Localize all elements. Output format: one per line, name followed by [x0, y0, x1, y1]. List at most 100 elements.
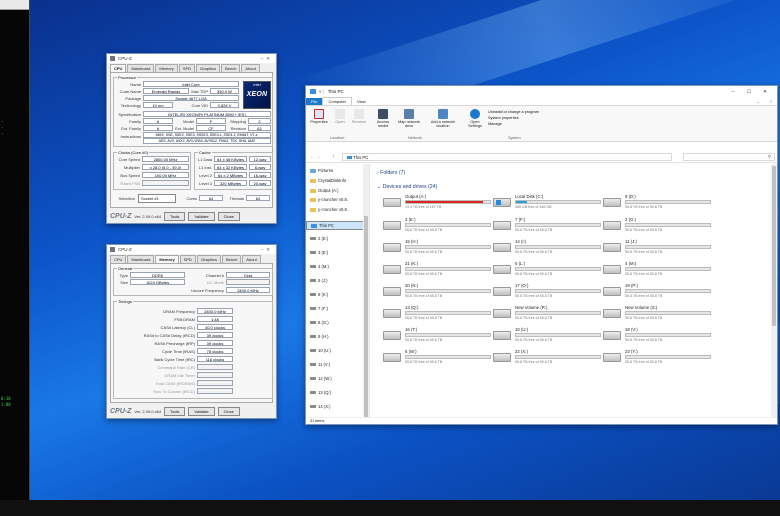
tab-spd[interactable]: SPD — [178, 64, 196, 72]
open-settings-button[interactable]: Open Settings — [466, 109, 484, 128]
drive-tile[interactable]: 7 (F:) 55.8 TB free of 55.8 TB — [493, 217, 601, 233]
content-scrollbar[interactable] — [771, 164, 777, 417]
drive-tile[interactable]: 10 (U:) 55.8 TB free of 55.8 TB — [493, 327, 601, 343]
nav-item[interactable]: Pictures — [310, 168, 333, 173]
tab-memory[interactable]: Memory — [155, 255, 179, 263]
tab-memory[interactable]: Memory — [155, 64, 178, 72]
drive-tile[interactable]: 21 (K:) 55.8 TB free of 55.8 TB — [383, 261, 491, 277]
drive-tile[interactable]: 11 (J:) 55.8 TB free of 55.8 TB — [603, 239, 711, 255]
cpuz-cpu-window[interactable]: CPU-Z –✕ CPU Mainboard Memory SPD Graphi… — [106, 53, 277, 224]
scroll-thumb[interactable] — [772, 166, 776, 326]
address-input[interactable]: This PC — [342, 153, 672, 161]
devices-header[interactable]: ⌄ Devices and drives (24) — [377, 184, 437, 190]
close-button[interactable]: Close — [217, 211, 240, 221]
drive-tile[interactable]: 15 (H:) 55.8 TB free of 55.8 TB — [383, 239, 491, 255]
maximize-icon[interactable]: ☐ — [741, 89, 757, 95]
tab-cpu[interactable]: CPU — [110, 255, 127, 263]
nav-item[interactable]: 10 (U:) — [310, 348, 331, 353]
drive-tile[interactable]: Local Disk (C:) 388 GB free of 446 GB — [493, 194, 601, 210]
up-icon[interactable]: ↑ — [332, 154, 335, 160]
nav-item[interactable]: 11 (V:) — [310, 362, 330, 367]
taskbar[interactable] — [0, 500, 780, 516]
window-controls[interactable]: –✕ — [247, 56, 273, 62]
tools-button[interactable]: Tools — [164, 211, 186, 221]
tab-mainboard[interactable]: Mainboard — [127, 64, 155, 72]
manage-link[interactable]: Manage — [488, 121, 539, 127]
tab-graphics[interactable]: Graphics — [196, 255, 221, 263]
nav-item[interactable]: 8 (G:) — [310, 320, 329, 325]
nav-scrollbar[interactable] — [363, 164, 369, 417]
drive-tile[interactable]: 13 (Q:) 55.8 TB free of 55.8 TB — [383, 305, 491, 321]
socket-select[interactable]: Socket #1 — [138, 194, 176, 203]
cpuz-memory-window[interactable]: CPU-Z –✕ CPU Mainboard Memory SPD Graphi… — [106, 244, 277, 419]
cpuz-titlebar[interactable]: CPU-Z –✕ — [107, 245, 276, 254]
file-explorer-window[interactable]: ▾ | This PC – ☐ ✕ File Computer View ⌄ ?… — [305, 85, 778, 425]
drive-tile[interactable]: New Volume (S:) 55.8 TB free of 55.8 TB — [603, 305, 711, 321]
nav-item[interactable]: Output (A:) — [310, 188, 338, 193]
drive-tile[interactable]: 17 (O:) 55.8 TB free of 55.8 TB — [493, 283, 601, 299]
nav-item[interactable]: 13 (Q:) — [310, 390, 331, 395]
tab-about[interactable]: About — [242, 255, 261, 263]
validate-button[interactable]: Validate — [188, 211, 215, 221]
drive-tile[interactable]: 14 (I:) 55.8 TB free of 55.8 TB — [493, 239, 601, 255]
drive-tile[interactable]: 16 (T:) 55.8 TB free of 55.8 TB — [383, 327, 491, 343]
drive-tile[interactable]: 20 (N:) 55.8 TB free of 55.8 TB — [383, 283, 491, 299]
expand-ribbon-icon[interactable]: ⌄ — [751, 98, 764, 105]
close-icon[interactable]: ✕ — [757, 89, 773, 95]
nav-item[interactable]: y-cruncher v0.8. — [310, 197, 348, 202]
quick-access-toolbar[interactable]: ▾ | — [319, 89, 324, 95]
nav-item[interactable]: 6 (K:) — [310, 292, 328, 297]
nav-item[interactable]: 5 (J:) — [310, 278, 328, 283]
drive-tile[interactable]: 3 (E:) 55.8 TB free of 55.8 TB — [383, 217, 491, 233]
tab-bench[interactable]: Bench — [221, 255, 242, 263]
tab-bench[interactable]: Bench — [221, 64, 241, 72]
drive-tile[interactable]: 5 (L:) 55.8 TB free of 55.8 TB — [493, 261, 601, 277]
tools-button[interactable]: Tools — [164, 406, 186, 416]
nav-item[interactable]: 2 (E:) — [310, 236, 328, 241]
drive-tile[interactable]: 22 (X:) 55.8 TB free of 55.8 TB — [493, 349, 601, 365]
tab-mainboard[interactable]: Mainboard — [127, 255, 155, 263]
scroll-thumb[interactable] — [364, 216, 368, 417]
minimize-icon[interactable]: – — [725, 89, 741, 94]
add-network-location-button[interactable]: Add a network location — [426, 109, 460, 128]
cpuz-titlebar[interactable]: CPU-Z –✕ — [107, 54, 276, 63]
drive-tile[interactable]: 6 (W:) 55.8 TB free of 55.8 TB — [383, 349, 491, 365]
nav-item[interactable]: 9 (H:) — [310, 334, 328, 339]
tab-computer[interactable]: Computer — [322, 97, 353, 105]
open-button[interactable]: Open — [332, 109, 348, 124]
close-button[interactable]: Close — [217, 406, 240, 416]
folders-header[interactable]: › Folders (7) — [377, 170, 405, 176]
tab-file[interactable]: File — [306, 97, 323, 105]
nav-item[interactable]: This PC — [306, 221, 369, 230]
nav-item[interactable]: y-cruncher v0.8. — [310, 207, 348, 212]
properties-button[interactable]: Properties — [308, 109, 330, 124]
drive-tile[interactable]: New Volume (R:) 55.8 TB free of 55.8 TB — [493, 305, 601, 321]
tab-about[interactable]: About — [241, 64, 260, 72]
nav-item[interactable]: CrystalDiskInfo — [310, 178, 346, 183]
drive-tile[interactable]: 4 (M:) 55.8 TB free of 55.8 TB — [603, 261, 711, 277]
nav-item[interactable]: 7 (F:) — [310, 306, 328, 311]
back-icon[interactable]: ← → — [310, 154, 321, 160]
drive-tile[interactable]: 23 (Y:) 55.8 TB free of 55.8 TB — [603, 349, 711, 365]
nav-item[interactable]: 12 (W:) — [310, 376, 332, 381]
drive-tile[interactable]: 18 (V:) 55.8 TB free of 55.8 TB — [603, 327, 711, 343]
nav-item[interactable]: 4 (M:) — [310, 264, 329, 269]
nav-item[interactable]: 3 (E:) — [310, 250, 328, 255]
drive-tile[interactable]: 9 (D:) 55.8 TB free of 55.8 TB — [603, 194, 711, 210]
tab-graphics[interactable]: Graphics — [196, 64, 221, 72]
search-input[interactable]: ⚲ — [683, 153, 775, 161]
drive-tile[interactable]: 19 (P:) 55.8 TB free of 55.8 TB — [603, 283, 711, 299]
tab-cpu[interactable]: CPU — [110, 64, 127, 72]
access-media-button[interactable]: Access media — [374, 109, 392, 128]
tab-spd[interactable]: SPD — [179, 255, 196, 263]
tab-view[interactable]: View — [352, 98, 371, 105]
nav-item[interactable]: 14 (X:) — [310, 404, 331, 409]
validate-button[interactable]: Validate — [188, 406, 215, 416]
console-window[interactable]: . . . 0:10 1:00 — [0, 0, 30, 500]
drive-tile[interactable]: Output (A:) 13.4 TB free of 167 TB — [383, 194, 491, 210]
rename-button[interactable]: Rename — [350, 109, 368, 124]
window-controls[interactable]: –✕ — [247, 247, 273, 253]
console-titlebar[interactable] — [0, 0, 29, 10]
explorer-titlebar[interactable]: ▾ | This PC – ☐ ✕ — [306, 86, 777, 97]
drive-tile[interactable]: 2 (G:) 55.8 TB free of 55.8 TB — [603, 217, 711, 233]
